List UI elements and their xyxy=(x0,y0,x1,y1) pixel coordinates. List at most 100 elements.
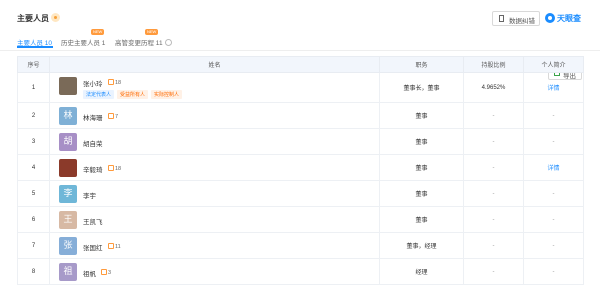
table-row[interactable]: 6 王王凯飞 董事 - - xyxy=(17,206,584,233)
avatar[interactable] xyxy=(59,159,77,177)
role-tag: 实际控制人 xyxy=(151,90,183,99)
share-cell: - xyxy=(463,206,524,233)
row-number: 3 xyxy=(17,128,50,155)
table-row[interactable]: 7 张张国红 11 董事，经理 - - xyxy=(17,232,584,259)
divider xyxy=(0,50,600,51)
section-header: 主要人员 数据纠错 天眼查 xyxy=(0,0,600,30)
table-row[interactable]: 1 张小玲 18 法定代表人 受益所有人 实际控制人 董事长，董事 4.9652% 详情 xyxy=(17,72,584,103)
tab-bar: 主要人员 10 NEW 历史主要人员 1 NEW 高管变更历程 11 导出 xyxy=(0,29,600,80)
share-cell: - xyxy=(463,232,524,259)
company-icon xyxy=(108,164,114,171)
position-cell: 董事 xyxy=(379,102,464,129)
related-company-count[interactable]: 7 xyxy=(108,112,119,120)
company-icon xyxy=(108,112,114,119)
name-cell: 胡胡自荣 xyxy=(49,128,380,155)
row-number: 8 xyxy=(17,258,50,285)
name-cell: 辛毅琦 18 xyxy=(49,154,380,181)
info-icon[interactable] xyxy=(164,39,172,46)
avatar[interactable]: 李 xyxy=(59,185,77,203)
row-number: 6 xyxy=(17,206,50,233)
tab-label: 高管变更历程 11 xyxy=(115,40,163,47)
section-title: 主要人员 xyxy=(17,14,49,23)
person-name-link[interactable]: 祖帆 xyxy=(83,268,96,278)
col-header-position: 职务 xyxy=(379,56,464,73)
position-cell: 董事，经理 xyxy=(379,232,464,259)
position-cell: 董事 xyxy=(379,206,464,233)
table-row[interactable]: 4 辛毅琦 18 董事 - 详情 xyxy=(17,154,584,181)
role-tags: 法定代表人 受益所有人 实际控制人 xyxy=(83,90,185,99)
share-cell: - xyxy=(463,154,524,181)
row-number: 1 xyxy=(17,72,50,103)
related-company-count[interactable]: 18 xyxy=(108,78,122,86)
person-name-link[interactable]: 王凯飞 xyxy=(83,216,103,226)
profile-link: - xyxy=(523,206,584,233)
col-header-no: 序号 xyxy=(17,56,50,73)
role-tag: 受益所有人 xyxy=(117,90,149,99)
person-name-link[interactable]: 辛毅琦 xyxy=(83,164,103,174)
avatar[interactable]: 张 xyxy=(59,237,77,255)
new-badge: NEW xyxy=(145,29,159,35)
share-cell: 4.9652% xyxy=(463,72,524,103)
company-icon xyxy=(108,78,114,85)
count-value: 18 xyxy=(115,79,122,86)
tab-label: 历史主要人员 1 xyxy=(61,40,106,47)
name-cell: 林林海珊 7 xyxy=(49,102,380,129)
new-badge: NEW xyxy=(91,29,105,35)
logo-text: 天眼查 xyxy=(557,14,581,23)
profile-link[interactable]: 详情 xyxy=(523,154,584,181)
related-company-count[interactable]: 11 xyxy=(108,242,121,250)
avatar[interactable]: 林 xyxy=(59,107,77,125)
company-icon xyxy=(101,268,107,275)
name-cell: 祖祖帆 3 xyxy=(49,258,380,285)
count-value: 18 xyxy=(115,165,122,172)
share-cell: - xyxy=(463,102,524,129)
avatar[interactable] xyxy=(59,77,77,95)
person-name-link[interactable]: 林海珊 xyxy=(83,112,103,122)
avatar[interactable]: 祖 xyxy=(59,263,77,281)
row-number: 4 xyxy=(17,154,50,181)
name-cell: 张张国红 11 xyxy=(49,232,380,259)
table-row[interactable]: 2 林林海珊 7 董事 - - xyxy=(17,102,584,129)
avatar[interactable]: 王 xyxy=(59,211,77,229)
count-value: 11 xyxy=(115,243,121,250)
col-header-share: 持股比例 xyxy=(463,56,524,73)
position-cell: 董事长，董事 xyxy=(379,72,464,103)
name-cell: 李李宇 xyxy=(49,180,380,207)
row-number: 5 xyxy=(17,180,50,207)
table-row[interactable]: 5 李李宇 董事 - - xyxy=(17,180,584,207)
name-cell: 王王凯飞 xyxy=(49,206,380,233)
table-header-row: 序号 姓名 职务 持股比例 个人简介 xyxy=(17,56,584,73)
person-name-link[interactable]: 胡自荣 xyxy=(83,138,103,148)
position-cell: 董事 xyxy=(379,128,464,155)
profile-link: - xyxy=(523,128,584,155)
table-row[interactable]: 3 胡胡自荣 董事 - - xyxy=(17,128,584,155)
person-name-link[interactable]: 张国红 xyxy=(83,242,103,252)
position-cell: 经理 xyxy=(379,258,464,285)
share-cell: - xyxy=(463,180,524,207)
profile-link: - xyxy=(523,180,584,207)
tab-executive-changes[interactable]: NEW 高管变更历程 11 xyxy=(115,29,172,47)
company-icon xyxy=(108,242,114,249)
table-row[interactable]: 8 祖祖帆 3 经理 - - xyxy=(17,258,584,285)
col-header-name: 姓名 xyxy=(49,56,380,73)
person-name-link[interactable]: 李宇 xyxy=(83,190,96,200)
profile-link: - xyxy=(523,232,584,259)
profile-link[interactable]: 详情 xyxy=(523,72,584,103)
document-icon xyxy=(499,15,504,22)
profile-link: - xyxy=(523,258,584,285)
share-cell: - xyxy=(463,258,524,285)
person-name-link[interactable]: 张小玲 xyxy=(83,78,103,88)
position-cell: 董事 xyxy=(379,154,464,181)
related-company-count[interactable]: 3 xyxy=(101,268,112,276)
tab-history-personnel[interactable]: NEW 历史主要人员 1 xyxy=(61,29,106,47)
count-value: 3 xyxy=(108,269,112,276)
share-cell: - xyxy=(463,128,524,155)
data-correct-button[interactable]: 数据纠错 xyxy=(492,11,540,26)
name-cell: 张小玲 18 法定代表人 受益所有人 实际控制人 xyxy=(49,72,380,103)
active-tab-indicator xyxy=(17,46,53,48)
row-number: 2 xyxy=(17,102,50,129)
personnel-table: 序号 姓名 职务 持股比例 个人简介 1 张小玲 18 法定代表人 受益所有人 实际控制人… xyxy=(17,56,584,285)
related-company-count[interactable]: 18 xyxy=(108,164,122,172)
count-value: 7 xyxy=(115,113,119,120)
avatar[interactable]: 胡 xyxy=(59,133,77,151)
